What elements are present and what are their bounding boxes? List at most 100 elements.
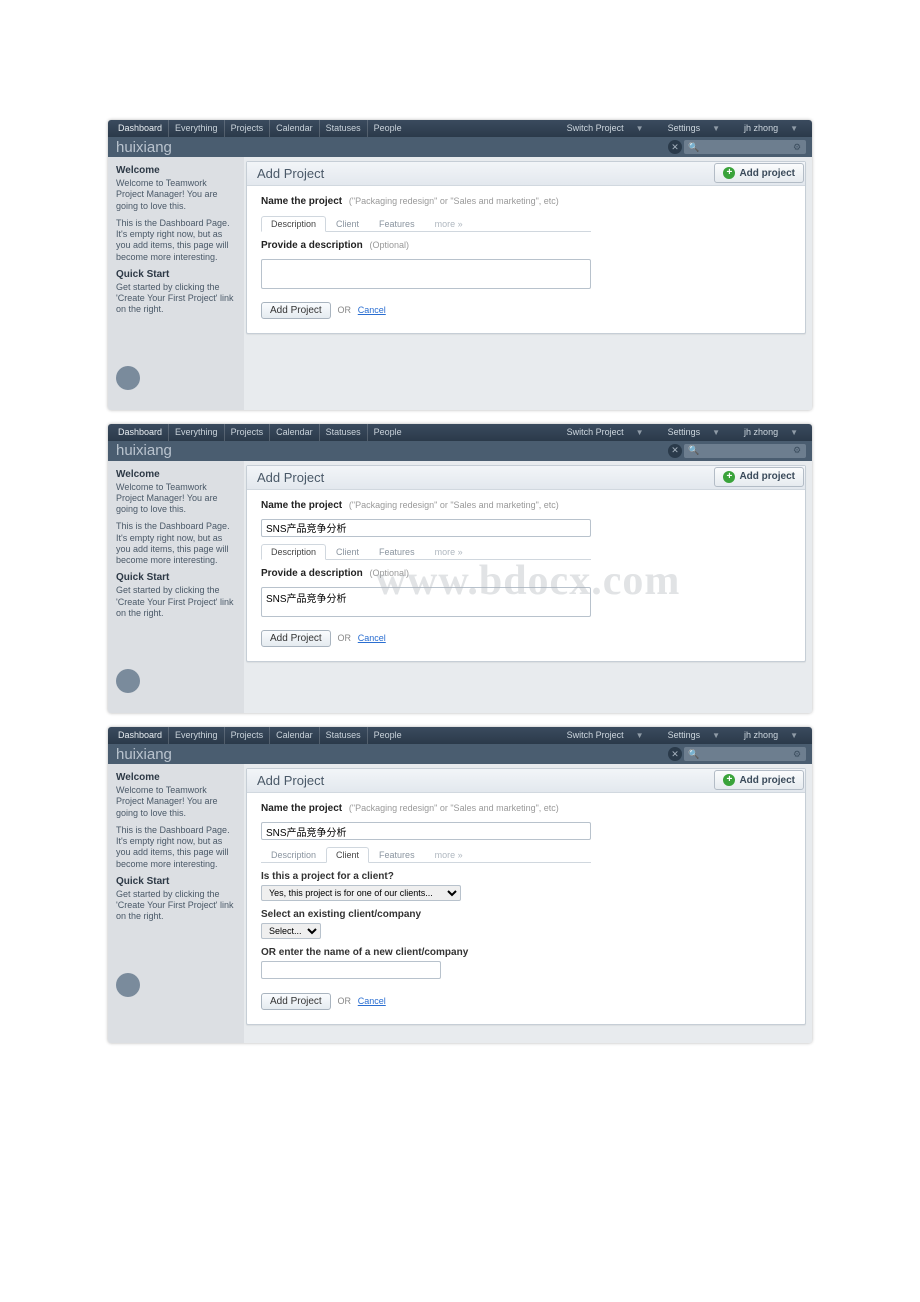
switch-project[interactable]: Switch Project▼	[557, 424, 654, 441]
nav-people[interactable]: People	[368, 424, 408, 441]
client-question: Is this a project for a client?	[261, 871, 791, 882]
close-icon[interactable]: ✕	[668, 747, 682, 761]
cancel-link[interactable]: Cancel	[358, 633, 386, 643]
gear-icon[interactable]: ⚙	[792, 142, 802, 152]
project-name-input[interactable]	[261, 822, 591, 840]
screenshot-1: Dashboard Everything Projects Calendar S…	[108, 120, 812, 410]
desc-hint: (Optional)	[369, 240, 409, 250]
nav-everything[interactable]: Everything	[169, 120, 225, 137]
nav-calendar[interactable]: Calendar	[270, 424, 320, 441]
quickstart-heading: Quick Start	[116, 269, 236, 280]
add-project-card: Add Project Name the project ("Packaging…	[246, 161, 806, 334]
avatar	[116, 669, 140, 693]
nav-calendar[interactable]: Calendar	[270, 727, 320, 744]
tab-features[interactable]: Features	[369, 216, 425, 232]
tab-more[interactable]: more »	[425, 216, 473, 232]
welcome-text: Welcome to Teamwork Project Manager! You…	[116, 785, 236, 819]
user-menu[interactable]: jh zhong▼	[734, 727, 808, 744]
screenshot-2: Dashboard Everything Projects Calendar S…	[108, 424, 812, 714]
sub-bar: huixiang ✕ 🔍 ⚙	[108, 137, 812, 157]
or-text: OR	[337, 633, 351, 643]
tab-features[interactable]: Features	[369, 544, 425, 560]
or-enter-label: OR enter the name of a new client/compan…	[261, 947, 791, 958]
add-project-button[interactable]: + Add project	[714, 163, 804, 183]
settings-link[interactable]: Settings▼	[658, 424, 730, 441]
settings-link[interactable]: Settings▼	[658, 727, 730, 744]
add-project-submit[interactable]: Add Project	[261, 630, 331, 647]
search-box[interactable]: 🔍 ⚙	[684, 444, 806, 458]
switch-project[interactable]: Switch Project▼	[557, 120, 654, 137]
welcome-text: Welcome to Teamwork Project Manager! You…	[116, 178, 236, 212]
chevron-down-icon: ▼	[785, 124, 803, 133]
nav-projects[interactable]: Projects	[225, 727, 271, 744]
project-name-input[interactable]	[261, 519, 591, 537]
quickstart-heading: Quick Start	[116, 572, 236, 583]
name-hint: ("Packaging redesign" or "Sales and mark…	[349, 196, 559, 206]
close-icon[interactable]: ✕	[668, 140, 682, 154]
description-textarea[interactable]	[261, 259, 591, 289]
search-box[interactable]: 🔍 ⚙	[684, 747, 806, 761]
brand: huixiang	[116, 746, 666, 763]
brand: huixiang	[116, 442, 666, 459]
nav-statuses[interactable]: Statuses	[320, 424, 368, 441]
tab-more[interactable]: more »	[425, 544, 473, 560]
nav-people[interactable]: People	[368, 727, 408, 744]
tab-client[interactable]: Client	[326, 544, 369, 560]
close-icon[interactable]: ✕	[668, 444, 682, 458]
nav-projects[interactable]: Projects	[225, 120, 271, 137]
search-icon: 🔍	[688, 445, 699, 456]
select-existing-label: Select an existing client/company	[261, 909, 791, 920]
gear-icon[interactable]: ⚙	[792, 749, 802, 759]
tab-description[interactable]: Description	[261, 544, 326, 560]
nav-dashboard[interactable]: Dashboard	[112, 424, 169, 441]
nav-dashboard[interactable]: Dashboard	[112, 120, 169, 137]
nav-projects[interactable]: Projects	[225, 424, 271, 441]
cancel-link[interactable]: Cancel	[358, 996, 386, 1006]
search-icon: 🔍	[688, 749, 699, 760]
desc-label: Provide a description	[261, 240, 363, 251]
plus-icon: +	[723, 471, 735, 483]
welcome-text: Welcome to Teamwork Project Manager! You…	[116, 482, 236, 516]
sidebar: Welcome Welcome to Teamwork Project Mana…	[108, 157, 244, 410]
nav-everything[interactable]: Everything	[169, 424, 225, 441]
welcome-heading: Welcome	[116, 165, 236, 176]
new-client-input[interactable]	[261, 961, 441, 979]
name-label: Name the project	[261, 196, 342, 207]
nav-statuses[interactable]: Statuses	[320, 727, 368, 744]
dashboard-text: This is the Dashboard Page. It's empty r…	[116, 825, 236, 870]
switch-project[interactable]: Switch Project▼	[557, 727, 654, 744]
add-project-submit[interactable]: Add Project	[261, 302, 331, 319]
tab-description[interactable]: Description	[261, 216, 326, 232]
user-menu[interactable]: jh zhong▼	[734, 120, 808, 137]
project-tabs: Description Client Features more »	[261, 215, 591, 232]
search-box[interactable]: 🔍 ⚙	[684, 140, 806, 154]
cancel-link[interactable]: Cancel	[358, 305, 386, 315]
quickstart-heading: Quick Start	[116, 876, 236, 887]
add-project-submit[interactable]: Add Project	[261, 993, 331, 1010]
nav-everything[interactable]: Everything	[169, 727, 225, 744]
gear-icon[interactable]: ⚙	[792, 446, 802, 456]
user-menu[interactable]: jh zhong▼	[734, 424, 808, 441]
tab-client[interactable]: Client	[326, 216, 369, 232]
client-yes-select[interactable]: Yes, this project is for one of our clie…	[261, 885, 461, 901]
quickstart-text: Get started by clicking the 'Create Your…	[116, 282, 236, 316]
nav-statuses[interactable]: Statuses	[320, 120, 368, 137]
description-textarea[interactable]: SNS产品竞争分析	[261, 587, 591, 617]
welcome-heading: Welcome	[116, 772, 236, 783]
settings-link[interactable]: Settings▼	[658, 120, 730, 137]
add-project-button[interactable]: + Add project	[714, 770, 804, 790]
or-text: OR	[337, 305, 351, 315]
tab-client[interactable]: Client	[326, 847, 369, 863]
existing-client-select[interactable]: Select...	[261, 923, 321, 939]
dashboard-text: This is the Dashboard Page. It's empty r…	[116, 218, 236, 263]
nav-people[interactable]: People	[368, 120, 408, 137]
chevron-down-icon: ▼	[631, 124, 649, 133]
tab-description[interactable]: Description	[261, 847, 326, 863]
tab-features[interactable]: Features	[369, 847, 425, 863]
desc-hint: (Optional)	[369, 568, 409, 578]
nav-calendar[interactable]: Calendar	[270, 120, 320, 137]
add-project-button[interactable]: + Add project	[714, 467, 804, 487]
nav-dashboard[interactable]: Dashboard	[112, 727, 169, 744]
name-hint: ("Packaging redesign" or "Sales and mark…	[349, 803, 559, 813]
tab-more[interactable]: more »	[425, 847, 473, 863]
